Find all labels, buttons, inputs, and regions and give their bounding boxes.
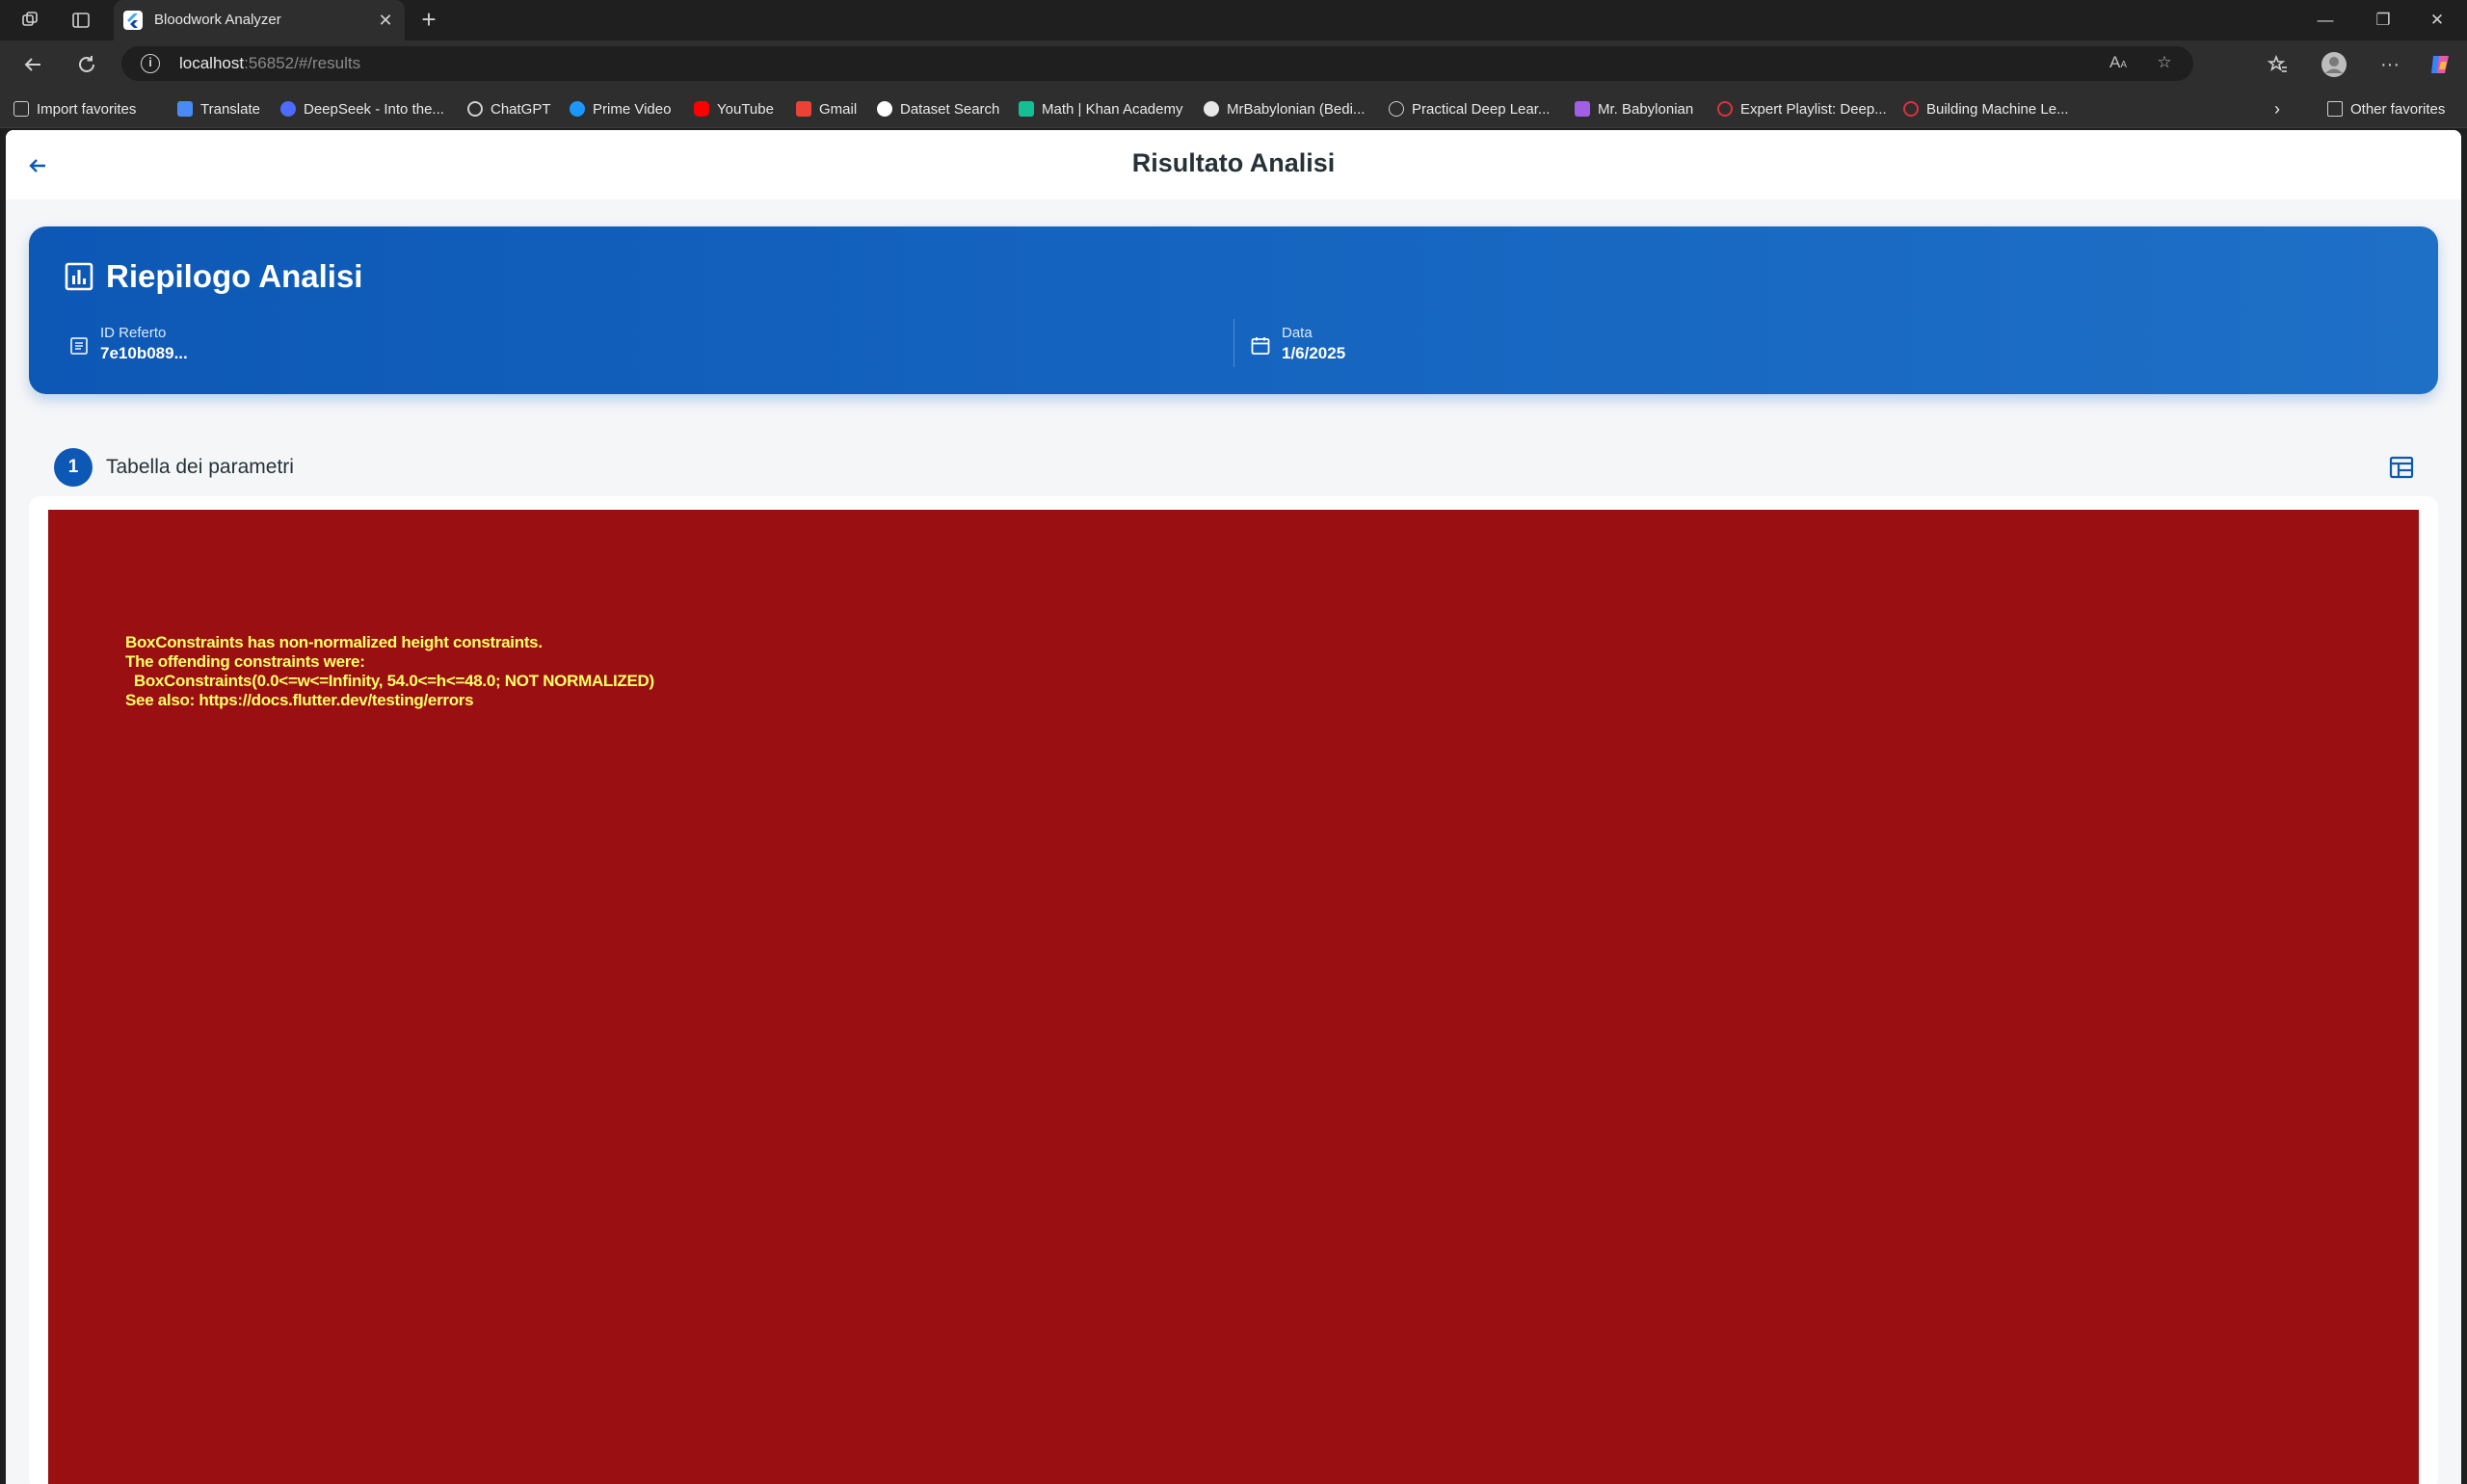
bookmark-label: Prime Video [593,100,672,118]
khan-academy-icon [1019,101,1034,117]
browser-titlebar: Bloodwork Analyzer ✕ + — ❐ ✕ [0,0,2467,40]
step-badge: 1 [54,448,93,487]
bookmark-dataset-search[interactable]: Dataset Search [877,99,999,119]
address-bar[interactable]: i localhost:56852/#/results AA ☆ [121,46,2193,81]
bookmark-label: MrBabylonian (Bedi... [1227,100,1366,118]
back-nav-icon[interactable] [19,51,46,78]
reload-icon[interactable] [73,51,100,78]
restore-icon[interactable]: ❐ [2361,6,2405,35]
bookmark-github[interactable]: MrBabylonian (Bedi... [1204,99,1365,119]
other-favorites[interactable]: Other favorites [2327,99,2445,119]
globe-icon [1389,101,1404,117]
copilot-icon[interactable] [2427,51,2454,78]
bookmark-expert-playlist[interactable]: Expert Playlist: Deep... [1717,99,1887,119]
youtube-icon [694,101,709,117]
bookmark-label: Practical Deep Lear... [1412,100,1551,118]
browser-tab[interactable]: Bloodwork Analyzer ✕ [114,0,405,40]
summary-card: Riepilogo Analisi ID Referto 7e10b089...… [29,226,2438,394]
parameters-section-header[interactable]: 1 Tabella dei parametri [35,438,2434,496]
tab-actions-icon[interactable] [69,9,93,32]
date-value: 1/6/2025 [1282,344,1346,362]
bookmark-gmail[interactable]: Gmail [796,99,857,119]
bookmark-label: Building Machine Le... [1926,100,2069,118]
folder-icon [2327,101,2343,117]
summary-title: Riepilogo Analisi [106,258,363,294]
table-view-icon[interactable] [2388,454,2415,481]
prime-video-icon [570,101,585,117]
bookmark-khan-academy[interactable]: Math | Khan Academy [1019,99,1182,119]
translate-icon [177,101,193,117]
report-id-label: ID Referto [100,325,167,341]
bookmark-chatgpt[interactable]: ChatGPT [467,99,551,119]
bookmark-youtube[interactable]: YouTube [694,99,774,119]
playlist-icon [1903,101,1919,117]
chatgpt-icon [467,101,483,117]
bookmark-prime-video[interactable]: Prime Video [570,99,671,119]
bookmark-practical-deep-learning[interactable]: Practical Deep Lear... [1389,99,1550,119]
bookmark-translate[interactable]: Translate [177,99,260,119]
favorite-star-icon[interactable]: ☆ [2153,53,2176,76]
bookmark-label: Expert Playlist: Deep... [1740,100,1887,118]
import-icon [13,101,29,117]
document-icon [67,334,91,358]
bookmark-mr-babylonian[interactable]: Mr. Babylonian [1575,99,1693,119]
bookmark-label: Gmail [819,100,858,118]
close-tab-icon[interactable]: ✕ [374,9,397,32]
report-id-item: ID Referto 7e10b089... [67,323,1224,369]
flutter-favicon-icon [123,11,143,30]
profile-avatar-icon[interactable] [2321,51,2348,78]
report-id-value: 7e10b089... [100,344,188,362]
favorites-icon[interactable] [2265,51,2292,78]
bookmark-import-favorites[interactable]: Import favorites [13,99,136,119]
bookmark-label: Math | Khan Academy [1042,100,1183,118]
url-text: localhost:56852/#/results [179,54,360,73]
bookmark-label: ChatGPT [491,100,551,118]
calendar-icon [1249,334,1272,358]
bookmark-label: DeepSeek - Into the... [304,100,444,118]
new-tab-icon[interactable]: + [416,7,441,34]
github-icon [1204,101,1219,117]
bookmark-label: Translate [200,100,260,118]
url-host: localhost [179,54,245,72]
analytics-icon [64,261,94,292]
workspaces-icon[interactable] [18,9,41,32]
google-icon [877,101,892,117]
bookmark-label: Dataset Search [900,100,1000,118]
close-window-icon[interactable]: ✕ [2415,6,2459,35]
site-info-icon[interactable]: i [141,54,160,73]
bookmarks-bar: Import favorites Translate DeepSeek - In… [0,89,2467,128]
bookmark-deepseek[interactable]: DeepSeek - Into the... [280,99,444,119]
other-favorites-label: Other favorites [2350,100,2446,118]
browser-toolbar: i localhost:56852/#/results AA ☆ ··· [0,40,2467,89]
tab-title: Bloodwork Analyzer [154,12,281,28]
bookmark-label: Import favorites [37,100,137,118]
section-title: Tabella dei parametri [106,456,294,478]
bookmark-label: Mr. Babylonian [1598,100,1694,118]
babylonian-icon [1575,101,1590,117]
page-title: Risultato Analisi [1131,148,1336,177]
flutter-error-box: BoxConstraints has non-normalized height… [48,510,2419,1484]
read-aloud-icon[interactable]: AA [2107,53,2130,76]
web-page: Risultato Analisi Riepilogo Analisi ID R… [6,130,2461,1484]
playlist-icon [1717,101,1733,117]
url-path: :56852/#/results [244,54,361,72]
more-menu-icon[interactable]: ··· [2376,51,2403,78]
date-item: Data 1/6/2025 [1249,323,2405,369]
bookmark-label: YouTube [717,100,774,118]
gmail-icon [796,101,811,117]
deepseek-icon [280,101,296,117]
minimize-icon[interactable]: — [2303,6,2348,35]
bookmarks-overflow-chevron-icon[interactable]: › [2274,99,2280,119]
date-label: Data [1282,325,1313,341]
bookmark-building-machine-learning[interactable]: Building Machine Le... [1903,99,2069,119]
app-bar: Risultato Analisi [6,130,2461,199]
error-message: BoxConstraints has non-normalized height… [125,633,654,709]
